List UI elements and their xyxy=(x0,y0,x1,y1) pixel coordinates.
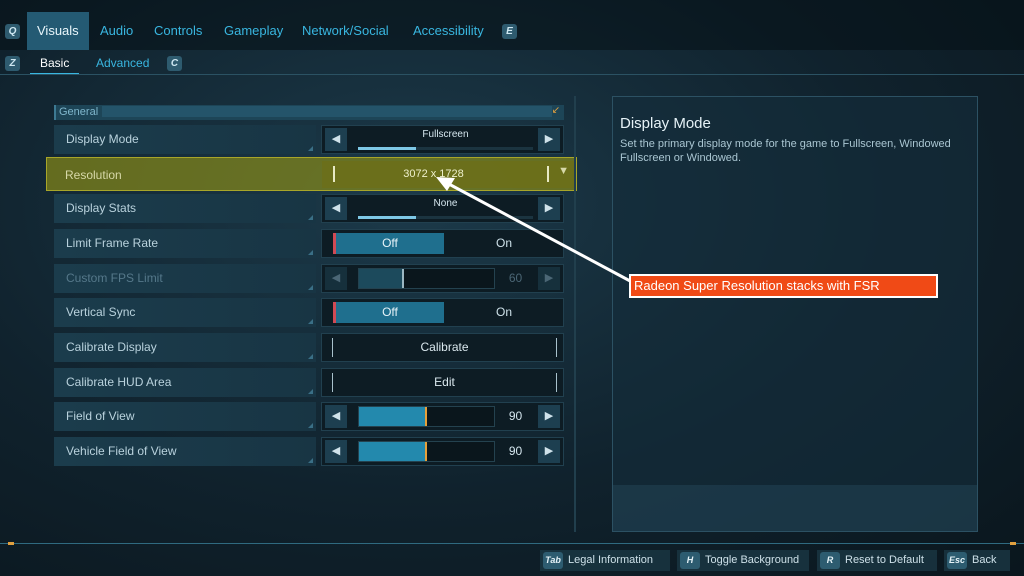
section-label: General xyxy=(59,106,99,118)
back-button[interactable]: Esc Back xyxy=(944,550,1010,571)
custom-fps-track xyxy=(358,268,495,289)
setting-label-calibrate-hud: Calibrate HUD Area xyxy=(54,368,316,397)
display-mode-fill xyxy=(358,147,416,150)
display-stats-track xyxy=(358,216,533,219)
h-key-icon: H xyxy=(680,552,700,569)
reset-to-default-label: Reset to Default xyxy=(845,554,924,566)
display-stats-value: None xyxy=(433,198,458,209)
reset-to-default-button[interactable]: R Reset to Default xyxy=(817,550,937,571)
chevron-right-icon: ▶ xyxy=(538,267,560,290)
annotation-callout: Radeon Super Resolution stacks with FSR xyxy=(629,274,938,298)
tab-key-icon: Tab xyxy=(543,552,563,569)
resolution-value: 3072 x 1728 xyxy=(403,168,464,180)
tab-controls[interactable]: Controls xyxy=(144,12,212,50)
setting-label-display-mode: Display Mode xyxy=(54,125,316,154)
chevron-right-icon[interactable]: ▶ xyxy=(538,128,560,151)
description-panel: Display Mode Set the primary display mod… xyxy=(612,96,978,532)
limit-frame-rate-on[interactable]: On xyxy=(448,233,560,254)
fov-value: 90 xyxy=(508,409,523,423)
display-stats-selector[interactable]: ◀ None ▶ xyxy=(321,194,564,223)
chevron-left-icon[interactable]: ◀ xyxy=(325,440,347,463)
chevron-left-icon[interactable]: ◀ xyxy=(325,405,347,428)
edit-hud-button[interactable]: Edit xyxy=(332,373,557,392)
custom-fps-limit-slider: ◀ 60 ▶ xyxy=(321,264,564,293)
vertical-sync-on[interactable]: On xyxy=(448,302,560,323)
tab-network-social[interactable]: Network/Social xyxy=(292,12,399,50)
setting-row-resolution[interactable]: Resolution 3072 x 1728 ▼ xyxy=(46,157,577,191)
chevron-left-icon[interactable]: ◀ xyxy=(325,128,347,151)
calibrate-hud-control: Edit xyxy=(321,368,564,397)
vehicle-fov-fill xyxy=(359,442,427,461)
description-text: Set the primary display mode for the gam… xyxy=(620,138,951,164)
r-key-icon: R xyxy=(820,552,840,569)
description-title: Display Mode xyxy=(620,115,711,132)
toggle-background-button[interactable]: H Toggle Background xyxy=(677,550,809,571)
tab-audio[interactable]: Audio xyxy=(90,12,143,50)
setting-label-vertical-sync: Vertical Sync xyxy=(54,298,316,327)
fov-slider[interactable]: ◀ 90 ▶ xyxy=(321,402,564,431)
vehicle-fov-slider[interactable]: ◀ 90 ▶ xyxy=(321,437,564,466)
limit-frame-rate-off[interactable]: Off xyxy=(333,233,444,254)
subtab-advanced[interactable]: Advanced xyxy=(96,53,149,75)
tab-accessibility[interactable]: Accessibility xyxy=(403,12,494,50)
section-header-general: General ↙ xyxy=(54,105,564,120)
chevron-left-icon: ◀ xyxy=(325,267,347,290)
subtab-prev-key[interactable]: Z xyxy=(5,56,20,71)
fov-fill xyxy=(359,407,427,426)
subtab-next-key[interactable]: C xyxy=(167,56,182,71)
setting-label-limit-frame-rate: Limit Frame Rate xyxy=(54,229,316,258)
scrollbar-track[interactable] xyxy=(574,96,576,532)
limit-frame-rate-toggle[interactable]: Off On xyxy=(321,229,564,258)
fov-track[interactable] xyxy=(358,406,495,427)
display-mode-track xyxy=(358,147,533,150)
tab-next-key[interactable]: E xyxy=(502,24,517,39)
setting-label-display-stats: Display Stats xyxy=(54,194,316,223)
tab-gameplay[interactable]: Gameplay xyxy=(214,12,293,50)
setting-label-resolution: Resolution xyxy=(65,168,122,182)
chevron-right-icon[interactable]: ▶ xyxy=(538,405,560,428)
footer-divider xyxy=(0,542,1024,545)
vertical-sync-off[interactable]: Off xyxy=(333,302,444,323)
collapse-icon[interactable]: ↙ xyxy=(552,105,560,116)
display-stats-fill xyxy=(358,216,416,219)
vehicle-fov-track[interactable] xyxy=(358,441,495,462)
display-mode-selector[interactable]: ◀ Fullscreen ▶ xyxy=(321,125,564,154)
tab-visuals[interactable]: Visuals xyxy=(27,12,89,50)
chevron-right-icon[interactable]: ▶ xyxy=(538,197,560,220)
vehicle-fov-value: 90 xyxy=(508,444,523,458)
back-label: Back xyxy=(972,554,997,566)
setting-label-vehicle-fov: Vehicle Field of View xyxy=(54,437,316,466)
esc-key-icon: Esc xyxy=(947,552,967,569)
main-tab-bar: Q Visuals Audio Controls Gameplay Networ… xyxy=(0,0,1024,50)
legal-information-label: Legal Information xyxy=(568,554,653,566)
calibrate-button[interactable]: Calibrate xyxy=(332,338,557,357)
chevron-left-icon[interactable]: ◀ xyxy=(325,197,347,220)
setting-label-calibrate-display: Calibrate Display xyxy=(54,333,316,362)
chevron-down-icon[interactable]: ▼ xyxy=(558,165,569,177)
subtab-basic[interactable]: Basic xyxy=(30,53,80,75)
legal-information-button[interactable]: Tab Legal Information xyxy=(540,550,670,571)
vertical-sync-toggle[interactable]: Off On xyxy=(321,298,564,327)
setting-label-custom-fps-limit: Custom FPS Limit xyxy=(54,264,316,293)
description-footer-area xyxy=(613,485,977,531)
custom-fps-fill xyxy=(359,269,404,288)
custom-fps-value: 60 xyxy=(508,271,523,285)
subtab-divider xyxy=(0,74,1024,75)
display-mode-value: Fullscreen xyxy=(422,129,469,140)
toggle-background-label: Toggle Background xyxy=(705,554,800,566)
tab-prev-key[interactable]: Q xyxy=(5,24,20,39)
section-bar xyxy=(102,106,552,117)
dropdown-right-bar xyxy=(547,166,549,182)
setting-label-field-of-view: Field of View xyxy=(54,402,316,431)
resolution-dropdown[interactable]: 3072 x 1728 ▼ xyxy=(322,161,575,188)
chevron-right-icon[interactable]: ▶ xyxy=(538,440,560,463)
calibrate-display-control: Calibrate xyxy=(321,333,564,362)
